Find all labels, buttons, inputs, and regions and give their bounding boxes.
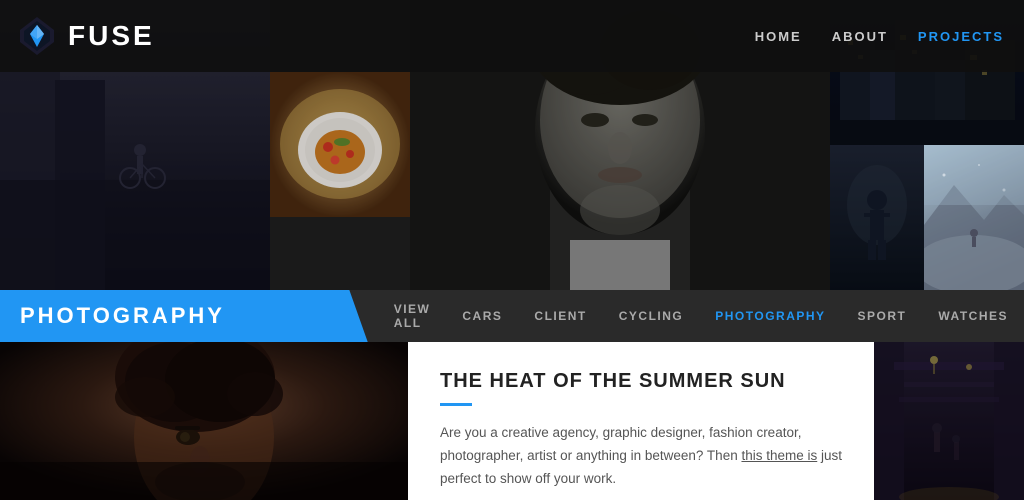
photo-food — [270, 72, 410, 217]
food-svg — [270, 72, 410, 217]
snow-svg — [924, 145, 1024, 290]
tab-view-all[interactable]: VIEW ALL — [378, 290, 447, 342]
filter-bar: PHOTOGRAPHY VIEW ALL CARS CLIENT CYCLING… — [0, 290, 1024, 342]
tab-photography[interactable]: PHOTOGRAPHY — [699, 290, 841, 342]
portrait-photo — [0, 342, 408, 500]
main-content-area: THE HEAT OF THE SUMMER SUN Are you a cre… — [408, 342, 874, 500]
figure-svg — [830, 145, 924, 290]
filter-tabs: VIEW ALL CARS CLIENT CYCLING PHOTOGRAPHY… — [368, 290, 1024, 342]
logo-text: FUSE — [68, 20, 155, 52]
header: FUSE HOME ABOUT PROJECTS — [0, 0, 1024, 72]
photography-label-text: PHOTOGRAPHY — [20, 303, 225, 329]
nav-home[interactable]: HOME — [755, 29, 802, 44]
photo-snow — [924, 145, 1024, 290]
logo-area: FUSE — [16, 15, 155, 57]
street-lower-svg — [874, 342, 1024, 500]
content-highlight: this theme is — [741, 448, 817, 463]
portrait-svg — [0, 342, 408, 500]
photo-dark-figure — [830, 145, 924, 290]
tab-cars[interactable]: CARS — [446, 290, 518, 342]
main-nav: HOME ABOUT PROJECTS — [755, 29, 1004, 44]
content-body: Are you a creative agency, graphic desig… — [440, 422, 842, 491]
tab-watches[interactable]: WATCHES — [922, 290, 1024, 342]
content-title: THE HEAT OF THE SUMMER SUN — [440, 370, 842, 393]
tab-client[interactable]: CLIENT — [518, 290, 602, 342]
tab-cycling[interactable]: CYCLING — [603, 290, 700, 342]
fuse-logo-icon — [16, 15, 58, 57]
photo-street-lower — [874, 342, 1024, 500]
lower-section: THE HEAT OF THE SUMMER SUN Are you a cre… — [0, 342, 1024, 500]
nav-about[interactable]: ABOUT — [832, 29, 888, 44]
nav-projects[interactable]: PROJECTS — [918, 29, 1004, 44]
photography-label: PHOTOGRAPHY — [0, 290, 368, 342]
tab-sport[interactable]: SPORT — [842, 290, 923, 342]
content-divider — [440, 403, 472, 406]
